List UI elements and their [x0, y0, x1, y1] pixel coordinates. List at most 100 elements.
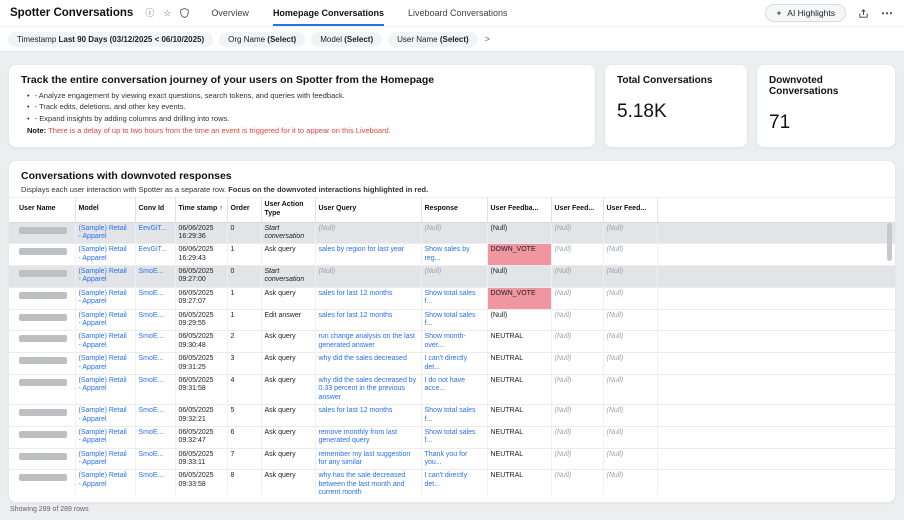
tab-liveboard-conversations[interactable]: Liveboard Conversations — [408, 0, 508, 26]
cell-user-action-type[interactable]: Ask query — [261, 405, 315, 427]
cell-user-feedback-3[interactable]: (Null) — [603, 244, 657, 266]
cell-user-action-type[interactable]: Start conversation — [261, 266, 315, 288]
info-icon[interactable]: ⓘ — [145, 9, 154, 18]
cell-user-action-type[interactable]: Edit answer — [261, 309, 315, 331]
cell-timestamp[interactable]: 06/05/2025 09:31:25 — [175, 353, 227, 375]
cell-timestamp[interactable]: 06/05/2025 09:29:55 — [175, 309, 227, 331]
cell-user-name[interactable] — [9, 448, 75, 470]
table-row[interactable]: (Sample) Retail - ApparelSmoE...06/05/20… — [9, 353, 895, 375]
table-row[interactable]: (Sample) Retail - ApparelSmoE...06/05/20… — [9, 287, 895, 309]
more-options-icon[interactable]: ⋯ — [881, 7, 894, 19]
cell-user-feedback-3[interactable]: (Null) — [603, 470, 657, 495]
cell-user-feedback[interactable]: NEUTRAL — [487, 405, 551, 427]
cell-conv-id[interactable]: SmoE... — [135, 287, 175, 309]
cell-order[interactable]: 5 — [227, 405, 261, 427]
column-header-user-feedba[interactable]: User Feedba... — [487, 198, 551, 223]
cell-model[interactable]: (Sample) Retail - Apparel — [75, 426, 135, 448]
cell-user-name[interactable] — [9, 309, 75, 331]
badge-icon[interactable] — [180, 8, 189, 18]
star-icon[interactable]: ☆ — [163, 9, 171, 18]
table-row[interactable]: (Sample) Retail - ApparelSmoE...06/05/20… — [9, 374, 895, 404]
cell-user-feedback-2[interactable]: (Null) — [551, 331, 603, 353]
ai-highlights-button[interactable]: ✦ AI Highlights — [765, 4, 846, 22]
cell-model[interactable]: (Sample) Retail - Apparel — [75, 405, 135, 427]
cell-user-feedback[interactable]: DOWN_VOTE — [487, 244, 551, 266]
cell-user-feedback-2[interactable]: (Null) — [551, 426, 603, 448]
cell-timestamp[interactable]: 06/05/2025 09:27:07 — [175, 287, 227, 309]
cell-user-feedback[interactable]: (Null) — [487, 266, 551, 288]
column-header-model[interactable]: Model — [75, 198, 135, 223]
cell-conv-id[interactable]: SmoE... — [135, 353, 175, 375]
chevron-right-icon[interactable]: > — [485, 34, 490, 44]
cell-user-action-type[interactable]: Ask query — [261, 353, 315, 375]
table-row[interactable]: (Sample) Retail - ApparelEevGiT...06/06/… — [9, 244, 895, 266]
cell-user-feedback-3[interactable]: (Null) — [603, 448, 657, 470]
cell-user-feedback-2[interactable]: (Null) — [551, 353, 603, 375]
cell-response[interactable]: Show total sales f... — [421, 287, 487, 309]
cell-conv-id[interactable]: SmoE... — [135, 374, 175, 404]
cell-user-name[interactable] — [9, 222, 75, 244]
cell-timestamp[interactable]: 06/05/2025 09:33:11 — [175, 448, 227, 470]
cell-conv-id[interactable]: SmoE... — [135, 331, 175, 353]
cell-conv-id[interactable]: EevGiT... — [135, 244, 175, 266]
cell-conv-id[interactable]: SmoE... — [135, 266, 175, 288]
cell-timestamp[interactable]: 06/05/2025 09:33:58 — [175, 470, 227, 495]
cell-user-feedback-2[interactable]: (Null) — [551, 309, 603, 331]
cell-conv-id[interactable]: SmoE... — [135, 309, 175, 331]
cell-response[interactable]: I do not have acce... — [421, 374, 487, 404]
vertical-scrollbar[interactable] — [887, 223, 892, 261]
cell-user-feedback[interactable]: NEUTRAL — [487, 374, 551, 404]
cell-timestamp[interactable]: 06/05/2025 09:30:48 — [175, 331, 227, 353]
filter-chip-user-name[interactable]: User Name (Select) — [388, 32, 478, 47]
cell-model[interactable]: (Sample) Retail - Apparel — [75, 374, 135, 404]
cell-user-action-type[interactable]: Ask query — [261, 448, 315, 470]
table-row[interactable]: (Sample) Retail - ApparelSmoE...06/05/20… — [9, 309, 895, 331]
tab-homepage-conversations[interactable]: Homepage Conversations — [273, 0, 384, 26]
cell-order[interactable]: 0 — [227, 266, 261, 288]
cell-conv-id[interactable]: SmoE... — [135, 448, 175, 470]
cell-timestamp[interactable]: 06/06/2025 16:29:43 — [175, 244, 227, 266]
cell-user-feedback[interactable]: (Null) — [487, 309, 551, 331]
cell-user-query[interactable]: sales by region for last year — [315, 244, 421, 266]
cell-user-action-type[interactable]: Ask query — [261, 470, 315, 495]
table-row[interactable]: (Sample) Retail - ApparelSmoE...06/05/20… — [9, 470, 895, 495]
table-row[interactable]: (Sample) Retail - ApparelSmoE...06/05/20… — [9, 331, 895, 353]
cell-conv-id[interactable]: EevGiT... — [135, 222, 175, 244]
cell-user-action-type[interactable]: Ask query — [261, 287, 315, 309]
cell-user-action-type[interactable]: Ask query — [261, 331, 315, 353]
cell-response[interactable]: Show month-over... — [421, 331, 487, 353]
cell-user-feedback-3[interactable]: (Null) — [603, 426, 657, 448]
cell-user-feedback-3[interactable]: (Null) — [603, 287, 657, 309]
cell-user-feedback[interactable]: NEUTRAL — [487, 331, 551, 353]
cell-model[interactable]: (Sample) Retail - Apparel — [75, 331, 135, 353]
cell-response[interactable]: Show sales by reg... — [421, 244, 487, 266]
cell-user-feedback-2[interactable]: (Null) — [551, 244, 603, 266]
cell-response[interactable]: (Null) — [421, 266, 487, 288]
cell-user-feedback-3[interactable]: (Null) — [603, 331, 657, 353]
cell-order[interactable]: 0 — [227, 222, 261, 244]
cell-conv-id[interactable]: SmoE... — [135, 470, 175, 495]
cell-user-name[interactable] — [9, 244, 75, 266]
cell-user-name[interactable] — [9, 331, 75, 353]
cell-user-query[interactable]: why has the sale decreased between the l… — [315, 470, 421, 495]
cell-user-feedback-3[interactable]: (Null) — [603, 374, 657, 404]
cell-order[interactable]: 8 — [227, 470, 261, 495]
cell-user-feedback-3[interactable]: (Null) — [603, 222, 657, 244]
cell-user-feedback[interactable]: NEUTRAL — [487, 426, 551, 448]
filter-chip-model[interactable]: Model (Select) — [311, 32, 382, 47]
column-header-conv-id[interactable]: Conv Id — [135, 198, 175, 223]
cell-user-query[interactable]: remove monthly from last generated query — [315, 426, 421, 448]
cell-timestamp[interactable]: 06/05/2025 09:32:21 — [175, 405, 227, 427]
column-header-order[interactable]: Order — [227, 198, 261, 223]
cell-user-feedback-3[interactable]: (Null) — [603, 309, 657, 331]
cell-user-name[interactable] — [9, 374, 75, 404]
cell-model[interactable]: (Sample) Retail - Apparel — [75, 287, 135, 309]
cell-user-name[interactable] — [9, 353, 75, 375]
cell-user-action-type[interactable]: Ask query — [261, 426, 315, 448]
cell-order[interactable]: 1 — [227, 244, 261, 266]
cell-user-query[interactable]: why did the sales decreased — [315, 353, 421, 375]
cell-order[interactable]: 2 — [227, 331, 261, 353]
cell-user-query[interactable]: sales for last 12 months — [315, 309, 421, 331]
cell-user-action-type[interactable]: Ask query — [261, 244, 315, 266]
cell-response[interactable]: Thank you for you... — [421, 448, 487, 470]
